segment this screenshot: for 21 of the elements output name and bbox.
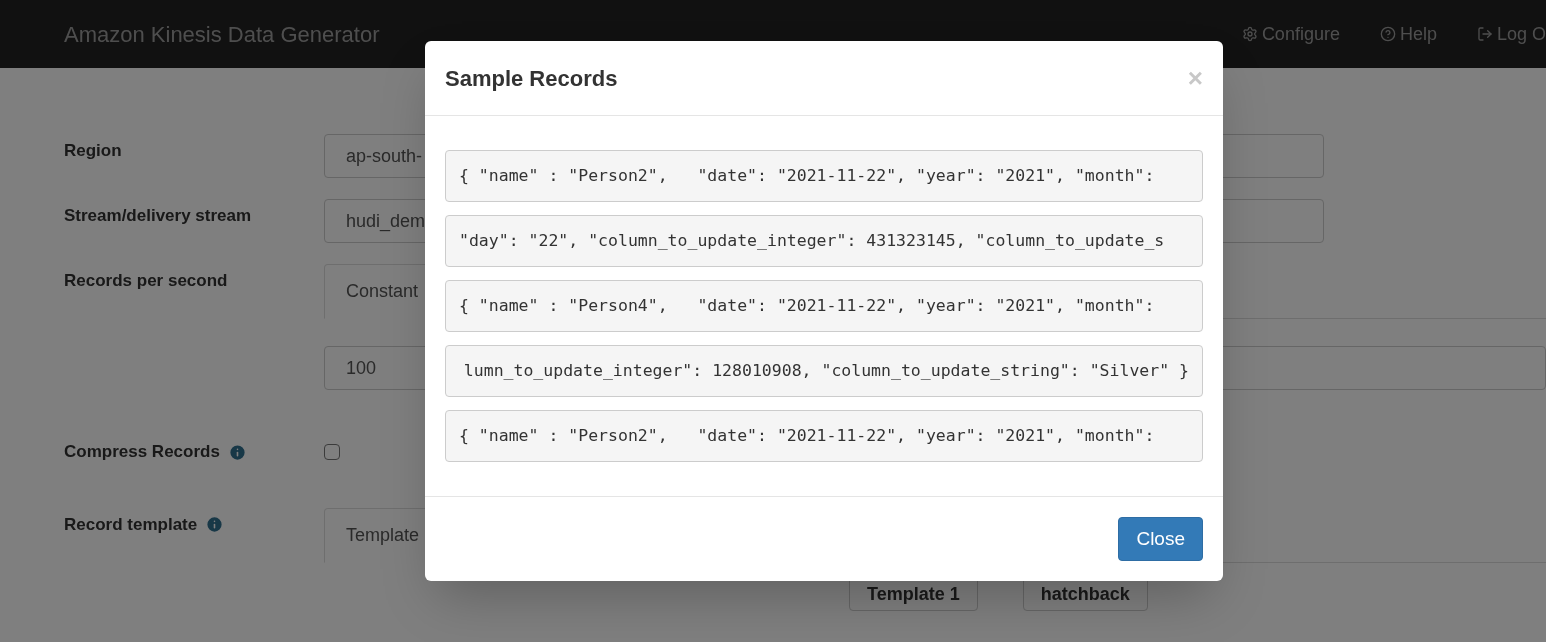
info-icon — [205, 515, 225, 535]
field-label: Region — [64, 140, 122, 162]
close-button[interactable]: Close — [1118, 517, 1203, 561]
field-label: Compress Records — [64, 441, 220, 464]
record-text: { "name" : "Person2", "date": "2021-11-22", "year": "2021", "month": — [459, 424, 1156, 447]
field-label: Records per second — [64, 270, 228, 292]
record-text: "day": "22", "column_to_update_integer": 431323145, "column_to_update_s — [459, 229, 1165, 252]
nav-link[interactable]: Log O — [1476, 20, 1546, 48]
field-label: Stream/delivery stream — [64, 205, 252, 227]
logout-icon — [1476, 26, 1493, 42]
field-label: Record template — [64, 514, 198, 536]
record-text: lumn_to_update_integer": 128010908, "column_to_update_string": "Silver" } — [463, 359, 1189, 382]
nav-link[interactable]: Help — [1379, 20, 1437, 48]
brand-title: Amazon Kinesis Data Generator — [64, 20, 380, 49]
nav-link[interactable]: Configure — [1241, 20, 1340, 48]
checkbox[interactable] — [324, 444, 340, 460]
record-text: { "name" : "Person2", "date": "2021-11-22", "year": "2021", "month": — [459, 164, 1156, 187]
info-icon — [227, 442, 247, 462]
modal-title: Sample Records — [445, 64, 618, 93]
gear-icon — [1241, 26, 1258, 42]
help-icon — [1379, 26, 1396, 42]
